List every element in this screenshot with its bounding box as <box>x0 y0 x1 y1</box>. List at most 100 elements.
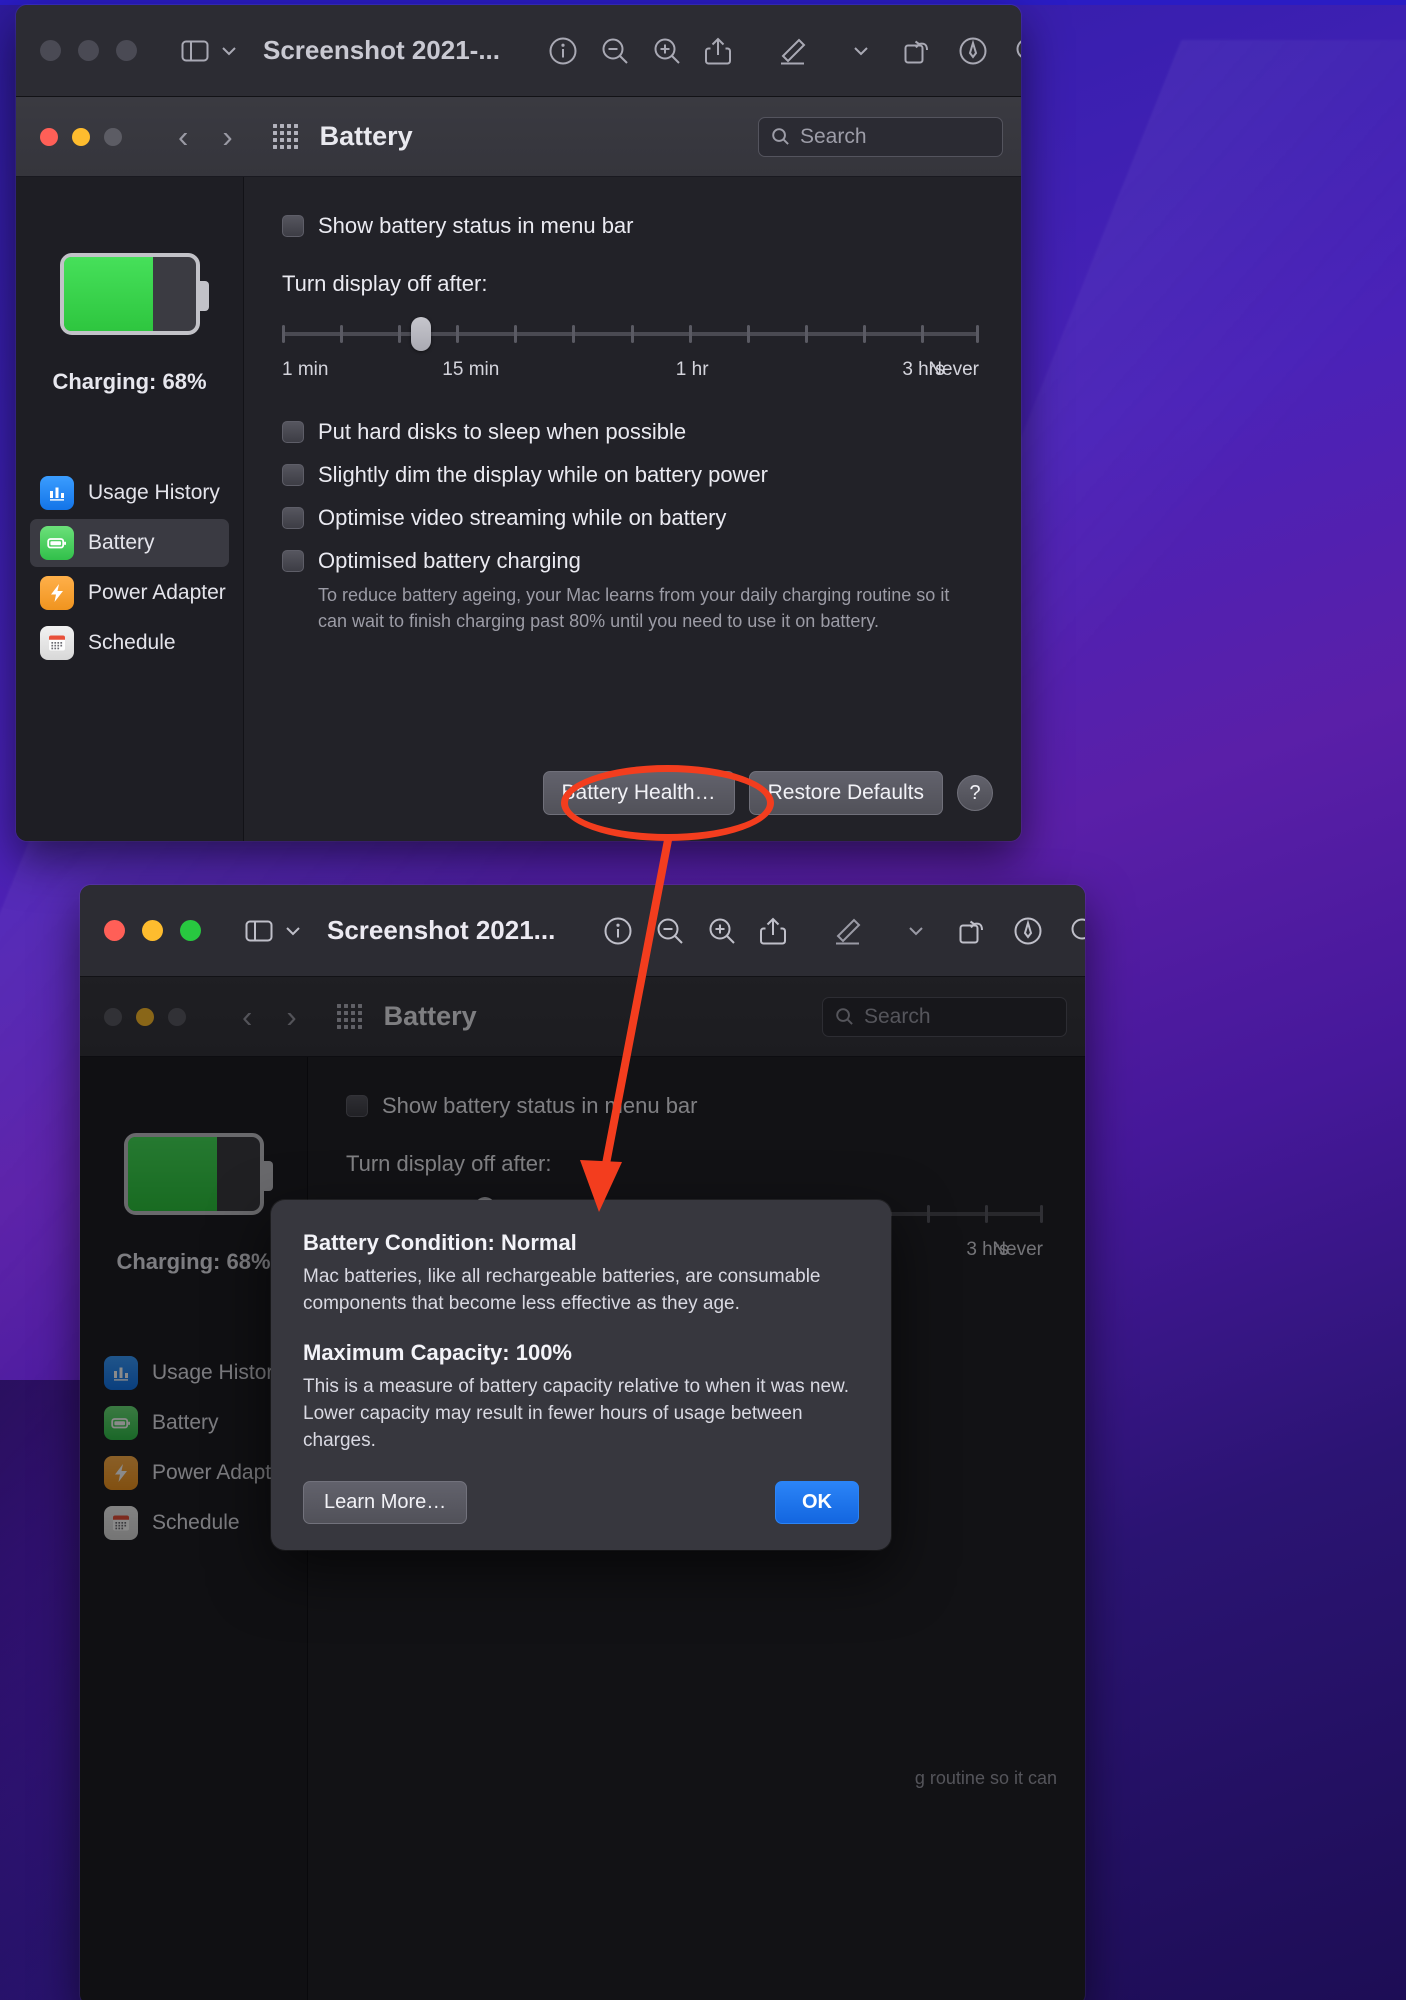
chevron-down-icon[interactable] <box>221 45 237 57</box>
zoom-button[interactable] <box>116 40 137 61</box>
turn-display-off-label: Turn display off after: <box>282 271 488 296</box>
minimize-button[interactable] <box>78 40 99 61</box>
zoom-button[interactable] <box>104 127 122 146</box>
minimize-button[interactable] <box>72 127 90 146</box>
sidebar-item-power-adapter[interactable]: Power Adapter <box>94 1449 293 1497</box>
preview-toolbar-top: Screenshot 2021-... <box>16 5 1021 97</box>
sidebar-item-battery[interactable]: Battery <box>94 1399 293 1447</box>
search-icon <box>836 1008 853 1025</box>
desktop-root: Screenshot 2021-... ‹ › Battery Search C… <box>0 0 1406 2000</box>
close-button[interactable] <box>104 1007 122 1026</box>
help-button[interactable]: ? <box>957 775 993 811</box>
sidebar-item-schedule[interactable]: Schedule <box>94 1499 293 1547</box>
optimise-video-checkbox[interactable] <box>282 507 304 529</box>
share-icon[interactable] <box>759 916 787 946</box>
hard-disks-sleep-row[interactable]: Put hard disks to sleep when possible <box>282 419 979 445</box>
show-battery-status-label: Show battery status in menu bar <box>382 1093 698 1118</box>
rotate-icon[interactable] <box>902 36 932 66</box>
rotate-icon[interactable] <box>957 916 987 946</box>
slider-knob[interactable] <box>410 317 431 351</box>
annotate-icon[interactable] <box>958 36 988 66</box>
slider-tick <box>804 325 808 343</box>
slider-tick <box>282 325 285 343</box>
info-icon[interactable] <box>603 916 633 946</box>
search-icon[interactable] <box>1069 916 1085 946</box>
optimised-charging-checkbox[interactable] <box>282 550 304 572</box>
close-button[interactable] <box>104 920 125 941</box>
minimize-button[interactable] <box>136 1007 154 1026</box>
show-battery-status-label: Show battery status in menu bar <box>318 213 634 238</box>
share-icon[interactable] <box>704 36 732 66</box>
battery-health-dialog: Battery Condition: Normal Mac batteries,… <box>271 1200 891 1550</box>
search-icon <box>772 128 789 145</box>
annotate-icon[interactable] <box>1013 916 1043 946</box>
learn-more-button[interactable]: Learn More… <box>303 1480 468 1524</box>
schedule-icon <box>104 1506 138 1540</box>
sidebar-item-label: Battery <box>152 1411 219 1434</box>
dim-display-checkbox[interactable] <box>282 464 304 486</box>
grid-icon[interactable] <box>272 124 298 149</box>
sysprefs-main-top: Show battery status in menu bar Turn dis… <box>244 177 1021 841</box>
show-battery-status-row[interactable]: Show battery status in menu bar <box>282 213 979 239</box>
sidebar-icon[interactable] <box>181 39 209 63</box>
optimised-charging-label: Optimised battery charging <box>318 548 581 573</box>
chevron-down-icon[interactable] <box>907 925 925 937</box>
grid-icon[interactable] <box>336 1004 362 1029</box>
dim-display-row[interactable]: Slightly dim the display while on batter… <box>282 462 979 488</box>
search-placeholder: Search <box>864 1004 931 1028</box>
forward-button[interactable]: › <box>222 119 232 155</box>
sysprefs-window-controls[interactable] <box>104 1007 186 1026</box>
zoom-in-icon[interactable] <box>652 36 682 66</box>
zoom-in-icon[interactable] <box>707 916 737 946</box>
show-battery-status-checkbox[interactable] <box>346 1095 368 1117</box>
markup-pen-icon[interactable] <box>833 916 867 946</box>
show-battery-status-checkbox[interactable] <box>282 215 304 237</box>
slider-tick <box>920 325 924 343</box>
battery-fill <box>127 1137 218 1211</box>
window-controls-top[interactable] <box>40 40 137 61</box>
sidebar-item-schedule[interactable]: Schedule <box>30 619 229 667</box>
sysprefs-window-controls[interactable] <box>40 127 122 146</box>
optimise-video-row[interactable]: Optimise video streaming while on batter… <box>282 505 979 531</box>
optimised-charging-row[interactable]: Optimised battery charging <box>282 548 979 574</box>
zoom-out-icon[interactable] <box>655 916 685 946</box>
slider-label: Never <box>992 1239 1043 1260</box>
back-button[interactable]: ‹ <box>178 119 188 155</box>
display-off-slider[interactable] <box>282 317 980 351</box>
hard-disks-sleep-checkbox[interactable] <box>282 421 304 443</box>
sysprefs-titlebar-top: ‹ › Battery Search <box>16 97 1021 177</box>
minimize-button[interactable] <box>142 920 163 941</box>
search-input[interactable]: Search <box>758 116 1003 157</box>
chevron-down-icon[interactable] <box>852 45 870 57</box>
zoom-out-icon[interactable] <box>600 36 630 66</box>
sidebar-item-usage-history[interactable]: Usage History <box>30 469 229 517</box>
close-button[interactable] <box>40 127 58 146</box>
search-input[interactable]: Search <box>822 996 1067 1037</box>
slider-tick <box>398 325 402 343</box>
sidebar-item-battery[interactable]: Battery <box>30 519 229 567</box>
sidebar-item-power-adapter[interactable]: Power Adapter <box>30 569 229 617</box>
info-icon[interactable] <box>548 36 578 66</box>
charge-status-label: Charging: 68% <box>52 369 207 394</box>
restore-defaults-button[interactable]: Restore Defaults <box>748 771 943 815</box>
sidebar-icon[interactable] <box>245 919 273 943</box>
search-icon[interactable] <box>1014 36 1021 66</box>
preview-window-top[interactable]: Screenshot 2021-... ‹ › Battery Search C… <box>16 5 1021 841</box>
ok-button[interactable]: OK <box>775 1480 859 1524</box>
battery-graphic <box>59 253 209 335</box>
sidebar-item-usage-history[interactable]: Usage History <box>94 1349 293 1397</box>
zoom-button[interactable] <box>180 920 201 941</box>
battery-health-button[interactable]: Battery Health… <box>542 771 735 815</box>
forward-button[interactable]: › <box>286 999 296 1035</box>
sidebar-item-label: Schedule <box>88 631 176 654</box>
zoom-button[interactable] <box>168 1007 186 1026</box>
slider-labels: 1 min 15 min 1 hr 3 hrs Never <box>282 359 979 385</box>
preview-toolbar-bottom: Screenshot 2021... <box>80 885 1085 977</box>
close-button[interactable] <box>40 40 61 61</box>
window-controls-bottom[interactable] <box>104 920 201 941</box>
show-battery-status-row[interactable]: Show battery status in menu bar <box>346 1093 1043 1119</box>
back-button[interactable]: ‹ <box>242 999 252 1035</box>
chevron-down-icon[interactable] <box>285 925 301 937</box>
markup-pen-icon[interactable] <box>778 36 812 66</box>
slider-label: 1 min <box>282 359 329 380</box>
